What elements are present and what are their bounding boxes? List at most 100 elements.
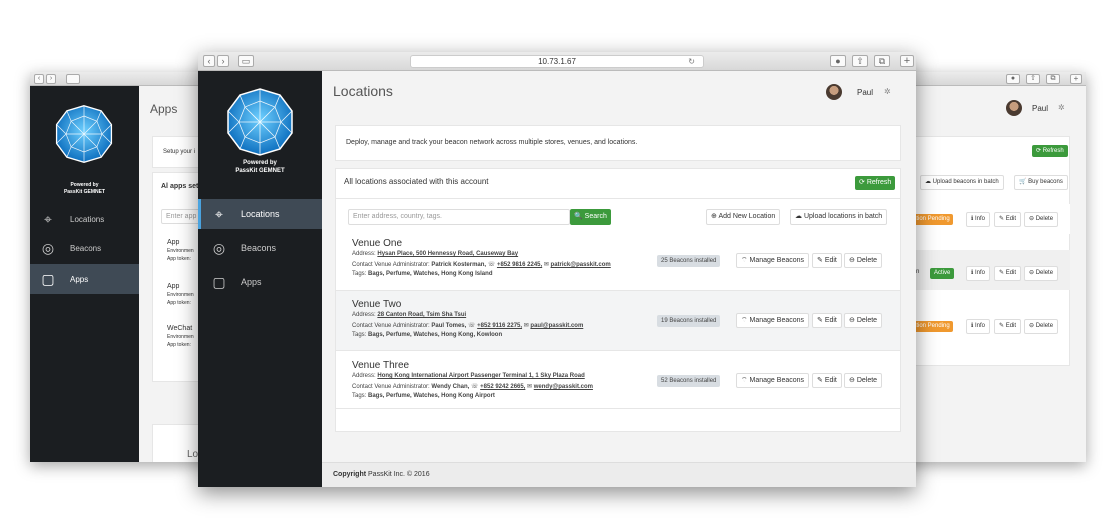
manage-beacons-button[interactable]: ⌔ Manage Beacons	[736, 313, 810, 328]
info-button[interactable]: ℹ Info	[966, 266, 990, 281]
delete-label: Delete	[856, 377, 878, 384]
edit-button[interactable]: ✎ Edit	[994, 212, 1022, 227]
bottom-text: Lo	[187, 449, 199, 460]
sidebar-item-beacons[interactable]: ◎ Beacons	[30, 233, 139, 263]
phone-icon: ☏	[487, 262, 496, 268]
add-location-label: Add New Location	[718, 213, 776, 220]
venue-address: Address: 28 Canton Road, Tsim Sha Tsui	[352, 312, 466, 318]
app-token: App token:	[167, 300, 191, 306]
sidebar-item-beacons[interactable]: ◎ Beacons	[198, 233, 322, 263]
address-link[interactable]: Hysan Place, 500 Hennessy Road, Causeway…	[377, 251, 518, 257]
avatar[interactable]	[1006, 100, 1022, 116]
sidebar-toggle-icon[interactable]	[66, 74, 80, 84]
new-tab-icon[interactable]: +	[1070, 74, 1082, 84]
contact-label: Contact Venue Administrator:	[352, 323, 430, 329]
refresh-button[interactable]: ⟳ Refresh	[855, 176, 896, 190]
share-icon[interactable]: ⇧	[1026, 74, 1040, 84]
edit-button[interactable]: ✎ Edit	[812, 253, 842, 268]
address-link[interactable]: Hong Kong International Airport Passenge…	[377, 373, 584, 379]
new-tab-icon[interactable]: +	[900, 55, 914, 67]
sidebar-item-apps[interactable]: ▢ Apps	[198, 267, 322, 297]
tags-value: Bags, Perfume, Watches, Hong Kong Airpor…	[368, 393, 495, 399]
back-button[interactable]: ‹	[203, 55, 215, 67]
upload-locations-label: Upload locations in batch	[803, 213, 883, 220]
address-bar[interactable]: 10.73.1.67 ↻	[410, 55, 704, 68]
powered-by-label: Powered by	[243, 160, 277, 166]
delete-button[interactable]: ⊖ Delete	[1024, 266, 1059, 281]
info-button[interactable]: ℹ Info	[966, 319, 990, 334]
phone-link[interactable]: +852 9116 2275,	[477, 323, 522, 329]
status-badge: ation Pending	[910, 321, 953, 332]
apps-icon: ▢	[212, 273, 226, 290]
venue-address: Address: Hysan Place, 500 Hennessy Road,…	[352, 251, 518, 257]
address-link[interactable]: 28 Canton Road, Tsim Sha Tsui	[377, 312, 466, 318]
edit-button[interactable]: ✎ Edit	[994, 319, 1022, 334]
email-link[interactable]: wendy@passkit.com	[534, 384, 593, 390]
email-link[interactable]: patrick@passkit.com	[551, 262, 611, 268]
info-label: Info	[974, 270, 985, 276]
info-label: Info	[974, 323, 985, 329]
phone-link[interactable]: +852 9816 2245,	[497, 262, 542, 268]
contact-label: Contact Venue Administrator:	[352, 384, 430, 390]
user-name[interactable]: Paul	[1032, 104, 1048, 113]
edit-label: Edit	[824, 317, 837, 324]
upload-locations-button[interactable]: ☁ Upload locations in batch	[790, 209, 888, 225]
admin-name: Paul Tomes,	[431, 323, 467, 329]
download-icon[interactable]: ●	[1006, 74, 1020, 84]
manage-beacons-button[interactable]: ⌔ Manage Beacons	[736, 253, 810, 268]
email-link[interactable]: paul@passkit.com	[530, 323, 583, 329]
sidebar-item-label: Locations	[70, 214, 105, 224]
sidebar-item-locations[interactable]: ⌖ Locations	[30, 204, 139, 234]
upload-beacons-button[interactable]: ☁ Upload beacons in batch	[920, 175, 1004, 190]
gear-icon[interactable]: ✲	[1058, 103, 1065, 112]
edit-label: Edit	[824, 257, 837, 264]
tags-label: Tags:	[352, 271, 367, 277]
edit-button[interactable]: ✎ Edit	[812, 313, 842, 328]
download-icon[interactable]: ●	[830, 55, 846, 67]
venue-name: Venue Three	[352, 360, 410, 371]
delete-button[interactable]: ⊖ Delete	[844, 253, 883, 268]
page-title: Locations	[333, 83, 393, 99]
info-label: Info	[974, 216, 985, 222]
delete-button[interactable]: ⊖ Delete	[1024, 319, 1059, 334]
delete-label: Delete	[1035, 216, 1054, 222]
sidebar-item-locations[interactable]: ⌖ Locations	[198, 199, 322, 229]
tabs-icon[interactable]: ⧉	[874, 55, 890, 67]
info-button[interactable]: ℹ Info	[966, 212, 990, 227]
forward-button[interactable]: ›	[46, 74, 56, 84]
venue-contact: Contact Venue Administrator: Patrick Kos…	[352, 261, 611, 268]
status-badge: Active	[930, 268, 955, 279]
buy-beacons-button[interactable]: 🛒 Buy beacons	[1014, 175, 1068, 190]
upload-label: Upload beacons in batch	[932, 179, 999, 185]
delete-button[interactable]: ⊖ Delete	[844, 373, 883, 388]
sidebar-item-apps[interactable]: ▢ Apps	[30, 264, 139, 294]
delete-button[interactable]: ⊖ Delete	[844, 313, 883, 328]
manage-beacons-button[interactable]: ⌔ Manage Beacons	[736, 373, 810, 388]
reload-icon[interactable]: ↻	[688, 56, 695, 68]
gear-icon[interactable]: ✲	[884, 87, 891, 96]
delete-label: Delete	[1035, 323, 1054, 329]
back-button[interactable]: ‹	[34, 74, 44, 84]
venue-contact: Contact Venue Administrator: Wendy Chan,…	[352, 383, 593, 390]
edit-button[interactable]: ✎ Edit	[812, 373, 842, 388]
brand-name: PassKit GEMNET	[63, 189, 106, 195]
refresh-button[interactable]: ⟳ Refresh	[1032, 145, 1068, 157]
location-search-input[interactable]: Enter address, country, tags.	[348, 209, 570, 225]
edit-button[interactable]: ✎ Edit	[994, 266, 1022, 281]
delete-button[interactable]: ⊖ Delete	[1024, 212, 1059, 227]
share-icon[interactable]: ⇧	[852, 55, 868, 67]
sidebar-toggle-icon[interactable]: ▭	[238, 55, 254, 67]
search-button[interactable]: 🔍 Search	[570, 209, 611, 225]
mail-icon: ✉	[527, 384, 533, 390]
user-name[interactable]: Paul	[857, 88, 873, 97]
beacon-icon: ◎	[212, 239, 226, 256]
tabs-icon[interactable]: ⧉	[1046, 74, 1060, 84]
forward-button[interactable]: ›	[217, 55, 229, 67]
venue-name: Venue Two	[352, 299, 402, 310]
add-location-button[interactable]: ⊕ Add New Location	[706, 209, 781, 225]
manage-label: Manage Beacons	[749, 377, 805, 384]
manage-label: Manage Beacons	[749, 317, 805, 324]
copyright-label: Copyright	[333, 471, 367, 478]
phone-link[interactable]: +852 9242 2665,	[480, 384, 525, 390]
avatar[interactable]	[826, 84, 842, 100]
